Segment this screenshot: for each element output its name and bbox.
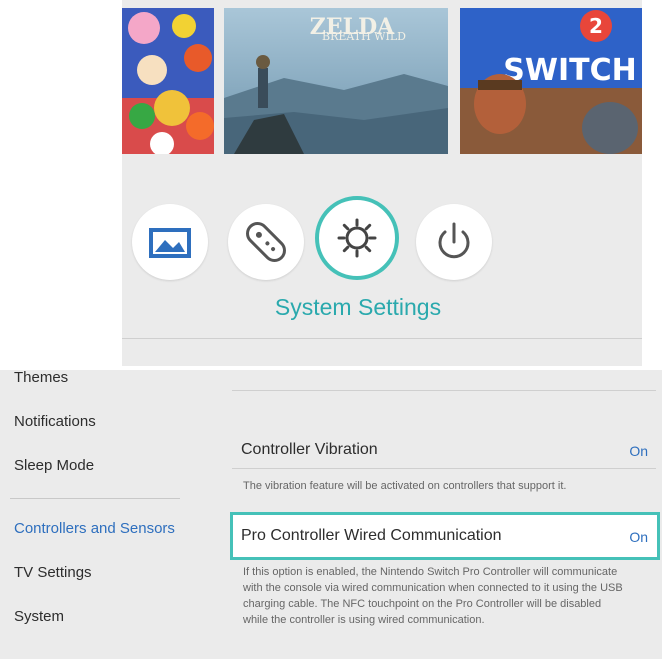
pro-controller-wired-description-line: while the controller is using wired comm… xyxy=(243,614,485,626)
controller-vibration-description: The vibration feature will be activated … xyxy=(243,480,567,492)
game-artwork-zelda: ZELDA BREATH WILD xyxy=(224,8,448,154)
pro-controller-wired-description-line: with the console via wired communication… xyxy=(243,582,623,594)
album-button[interactable] xyxy=(132,204,208,280)
row-divider xyxy=(232,390,656,391)
pro-controller-wired-description-line: charging cable. The NFC touchpoint on th… xyxy=(243,598,602,610)
controller-vibration-value[interactable]: On xyxy=(629,443,648,459)
switch-logo-text: SWITCH xyxy=(503,53,636,88)
game-tile-left[interactable] xyxy=(122,8,214,154)
pro-controller-wired-row[interactable]: Pro Controller Wired Communication On xyxy=(230,512,660,560)
sidebar-item-sleep-mode[interactable]: Sleep Mode xyxy=(14,457,94,474)
controller-vibration-title[interactable]: Controller Vibration xyxy=(241,441,378,459)
pro-controller-wired-value: On xyxy=(629,529,648,545)
album-icon xyxy=(149,228,191,258)
power-icon xyxy=(438,222,470,259)
sidebar-item-themes[interactable]: Themes xyxy=(14,369,68,386)
sidebar-item-controllers-and-sensors[interactable]: Controllers and Sensors xyxy=(14,520,175,537)
game-artwork-switch: 2 SWITCH xyxy=(460,8,642,154)
zelda-subtitle-text: BREATH WILD xyxy=(322,30,406,43)
controller-icon xyxy=(246,222,286,262)
controllers-button[interactable] xyxy=(228,204,304,280)
game-tile-middle[interactable]: ZELDA BREATH WILD xyxy=(224,8,448,154)
sidebar-divider xyxy=(10,498,180,499)
row-divider xyxy=(232,468,656,469)
sidebar-item-tv-settings[interactable]: TV Settings xyxy=(14,564,92,581)
power-button[interactable] xyxy=(416,204,492,280)
sidebar-item-notifications[interactable]: Notifications xyxy=(14,413,96,430)
pro-controller-wired-description-line: If this option is enabled, the Nintendo … xyxy=(243,566,618,578)
home-divider xyxy=(122,338,642,339)
pro-controller-wired-title: Pro Controller Wired Communication xyxy=(241,527,502,544)
switch-badge-text: 2 xyxy=(589,14,603,38)
game-artwork-characters xyxy=(122,8,214,154)
selected-item-label: System Settings xyxy=(274,294,442,320)
game-tile-right[interactable]: 2 SWITCH xyxy=(460,8,642,154)
settings-gear-icon xyxy=(337,218,377,258)
system-settings-button[interactable] xyxy=(315,196,399,280)
sidebar-item-system[interactable]: System xyxy=(14,608,64,625)
